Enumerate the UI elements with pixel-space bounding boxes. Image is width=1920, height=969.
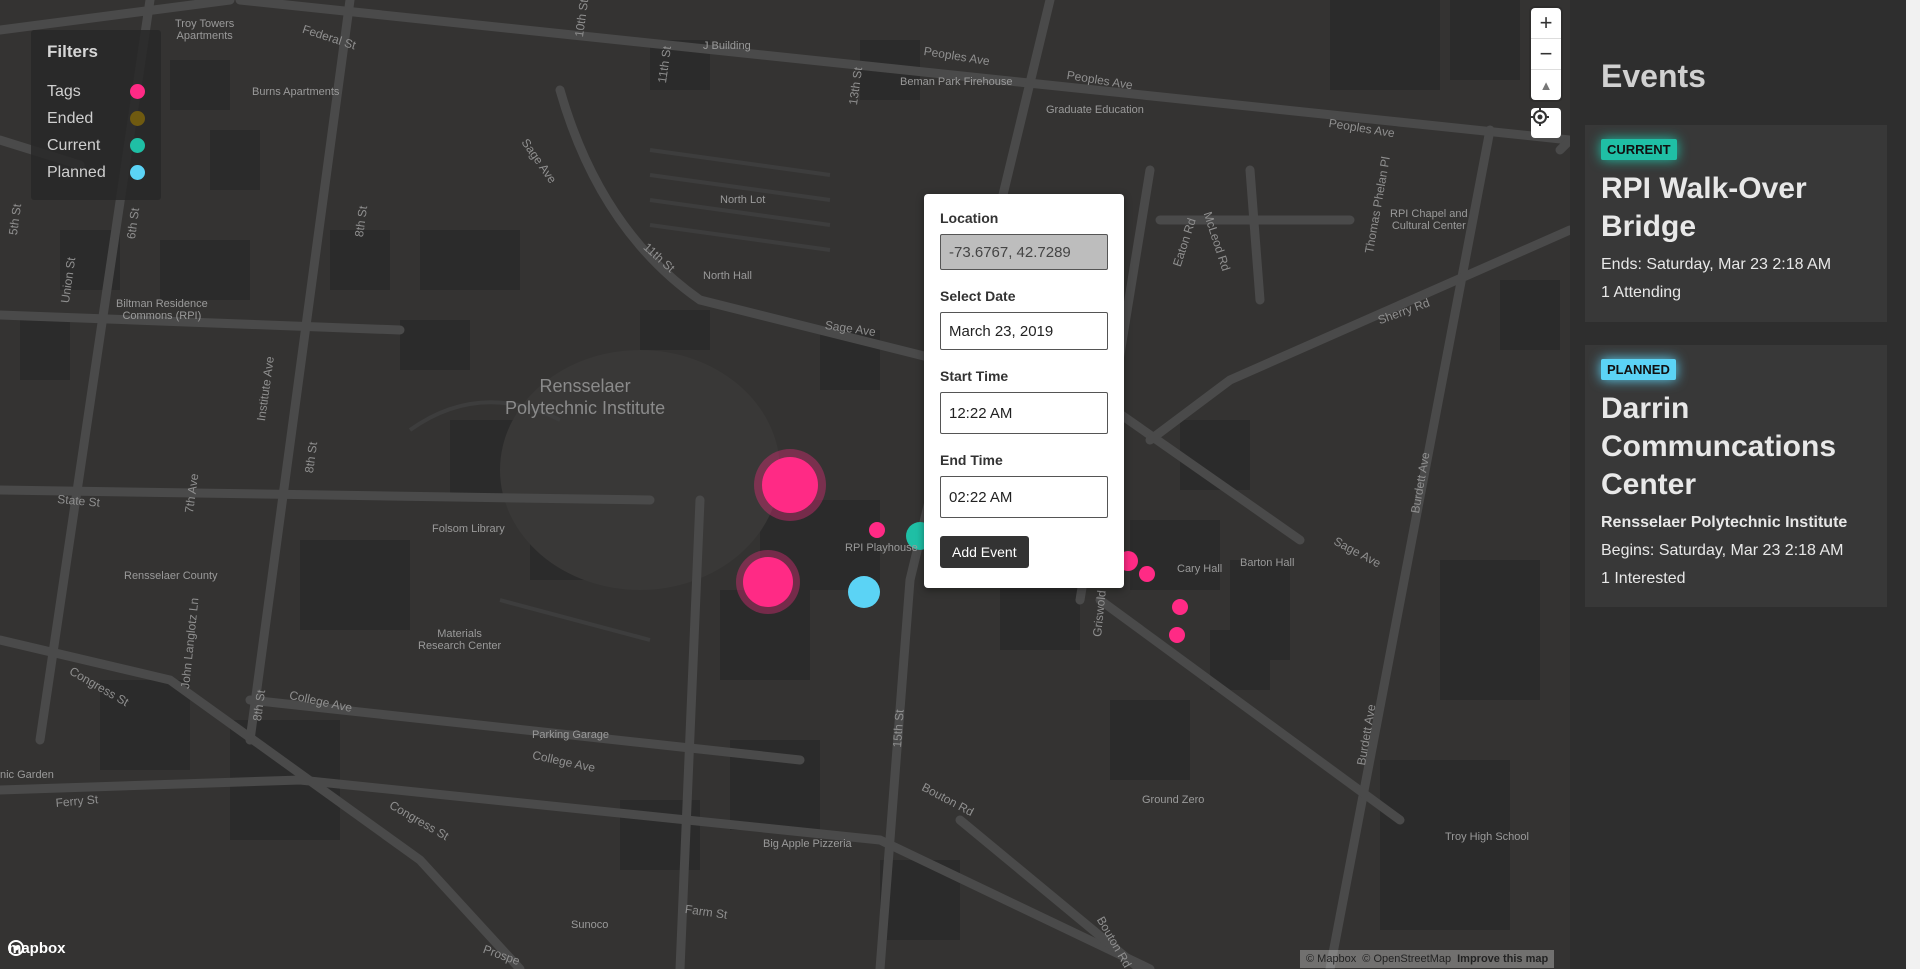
filter-label: Ended bbox=[47, 109, 94, 127]
label-rpi-chapel: RPI Chapel and Cultural Center bbox=[1390, 208, 1468, 232]
label-sunoco: Sunoco bbox=[571, 919, 609, 931]
improve-map-link[interactable]: Improve this map bbox=[1457, 953, 1548, 965]
filter-tags[interactable]: Tags bbox=[47, 78, 145, 105]
planned-color-dot bbox=[130, 165, 145, 180]
event-count: 1 Interested bbox=[1601, 570, 1686, 587]
status-badge: CURRENT bbox=[1601, 139, 1677, 160]
label-beman-firehouse: Beman Park Firehouse bbox=[900, 76, 1013, 88]
add-event-popup: Location Select Date Start Time End Time… bbox=[924, 194, 1124, 588]
label-rpi: Rensselaer Polytechnic Institute bbox=[505, 376, 666, 418]
geolocate-button[interactable] bbox=[1531, 108, 1561, 138]
filter-label: Planned bbox=[47, 163, 106, 181]
compass-button[interactable]: ▲ bbox=[1531, 70, 1561, 100]
label-cary-hall: Cary Hall bbox=[1177, 563, 1223, 575]
filters-title: Filters bbox=[47, 42, 99, 61]
events-title: Events bbox=[1601, 58, 1706, 94]
ended-color-dot bbox=[130, 111, 145, 126]
tags-color-dot bbox=[130, 84, 145, 99]
end-time-label: End Time bbox=[940, 452, 1003, 468]
label-troy-high: Troy High School bbox=[1445, 831, 1529, 843]
event-time: Ends: Saturday, Mar 23 2:18 AM bbox=[1601, 256, 1832, 273]
label-north-lot: North Lot bbox=[720, 194, 766, 206]
label-nic-garden: nic Garden bbox=[0, 769, 54, 781]
event-name: RPI Walk-Over Bridge bbox=[1601, 172, 1807, 243]
label-big-apple: Big Apple Pizzeria bbox=[763, 838, 852, 850]
filter-planned[interactable]: Planned bbox=[47, 159, 145, 186]
filter-label: Current bbox=[47, 136, 101, 154]
event-count: 1 Attending bbox=[1601, 284, 1682, 301]
current-color-dot bbox=[130, 138, 145, 153]
status-badge: PLANNED bbox=[1601, 359, 1676, 380]
start-time-label: Start Time bbox=[940, 368, 1009, 384]
location-label: Location bbox=[940, 210, 999, 226]
filter-ended[interactable]: Ended bbox=[47, 105, 145, 132]
date-label: Select Date bbox=[940, 288, 1016, 304]
filters-panel: Filters Tags Ended Current Planned bbox=[31, 30, 161, 200]
label-materials: Materials Research Center bbox=[418, 628, 502, 652]
label-parking-garage: Parking Garage bbox=[532, 729, 610, 741]
label-biltman: Biltman Residence Commons (RPI) bbox=[116, 298, 208, 322]
map-canvas[interactable]: Rensselaer Polytechnic Institute Troy To… bbox=[0, 0, 1570, 969]
start-time-field[interactable] bbox=[940, 392, 1108, 434]
street-15th: 15th St bbox=[890, 709, 907, 748]
attribution-osm[interactable]: © OpenStreetMap bbox=[1362, 953, 1451, 965]
end-time-field[interactable] bbox=[940, 476, 1108, 518]
map-basemap bbox=[0, 0, 1570, 969]
page-scrollbar[interactable] bbox=[1906, 0, 1920, 969]
filter-label: Tags bbox=[47, 82, 81, 100]
date-field[interactable] bbox=[940, 312, 1108, 350]
add-event-button[interactable]: Add Event bbox=[940, 536, 1029, 568]
geolocate-icon bbox=[1531, 108, 1549, 126]
label-ground-zero: Ground Zero bbox=[1142, 794, 1205, 806]
attribution-mapbox[interactable]: © Mapbox bbox=[1306, 953, 1356, 965]
event-card[interactable]: CURRENT RPI Walk-Over Bridge Ends: Satur… bbox=[1585, 125, 1887, 322]
label-barton-hall: Barton Hall bbox=[1240, 557, 1295, 569]
filter-current[interactable]: Current bbox=[47, 132, 145, 159]
label-rpi-playhouse: RPI Playhouse bbox=[845, 542, 918, 554]
location-field[interactable] bbox=[940, 234, 1108, 270]
label-burns: Burns Apartments bbox=[252, 86, 340, 98]
event-place: Rensselaer Polytechnic Institute bbox=[1601, 514, 1848, 531]
zoom-out-button[interactable]: − bbox=[1531, 39, 1561, 70]
label-troy-towers: Troy Towers Apartments bbox=[175, 18, 235, 42]
label-folsom: Folsom Library bbox=[432, 523, 505, 535]
event-name: Darrin Communcations Center bbox=[1601, 392, 1837, 501]
mapbox-icon bbox=[8, 940, 24, 956]
label-north-hall: North Hall bbox=[703, 270, 752, 282]
label-j-building: J Building bbox=[703, 40, 751, 52]
events-sidebar: Events CURRENT RPI Walk-Over Bridge Ends… bbox=[1570, 0, 1906, 969]
map-nav-control: + − ▲ bbox=[1531, 8, 1561, 100]
event-time: Begins: Saturday, Mar 23 2:18 AM bbox=[1601, 542, 1844, 559]
map-attribution: © Mapbox © OpenStreetMap Improve this ma… bbox=[1300, 950, 1555, 968]
zoom-in-button[interactable]: + bbox=[1531, 8, 1561, 39]
label-rensselaer-county: Rensselaer County bbox=[124, 570, 218, 582]
event-card[interactable]: PLANNED Darrin Communcations Center Rens… bbox=[1585, 345, 1887, 607]
label-graduate-education: Graduate Education bbox=[1046, 104, 1144, 116]
mapbox-logo[interactable]: mapbox bbox=[8, 940, 66, 957]
